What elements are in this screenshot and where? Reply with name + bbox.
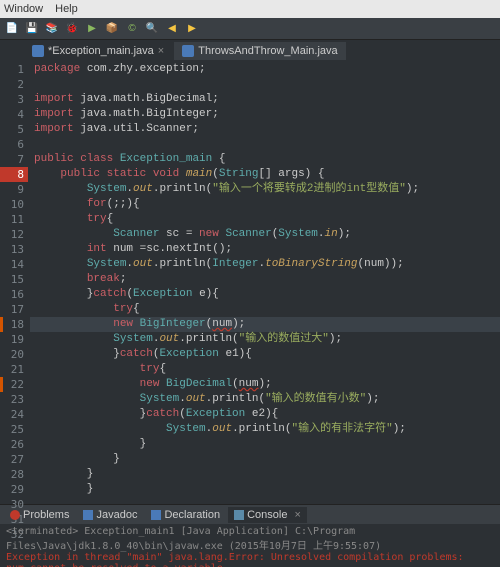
class-icon[interactable]: © [124, 21, 140, 37]
console-panel: <terminated> Exception_main1 [Java Appli… [0, 524, 500, 567]
java-file-icon [182, 45, 194, 57]
tab-label: ThrowsAndThrow_Main.java [198, 45, 337, 57]
editor-tabs: *Exception_main.java × ThrowsAndThrow_Ma… [0, 40, 500, 60]
forward-icon[interactable]: ▶ [184, 21, 200, 37]
tab-label: *Exception_main.java [48, 45, 154, 57]
tab-throws-and-throw[interactable]: ThrowsAndThrow_Main.java [174, 42, 345, 60]
bottom-panel-tabs: Problems Javadoc Declaration Console × [0, 504, 500, 524]
problems-icon [10, 510, 20, 520]
javadoc-icon [83, 510, 93, 520]
package-icon[interactable]: 📦 [104, 21, 120, 37]
back-icon[interactable]: ◀ [164, 21, 180, 37]
line-gutter: 1234567891011121314151617181920212223242… [0, 60, 30, 504]
java-file-icon [32, 45, 44, 57]
console-icon [234, 510, 244, 520]
code-editor[interactable]: 1234567891011121314151617181920212223242… [0, 60, 500, 504]
console-error-line: num cannot be resolved to a variable [6, 563, 494, 567]
tab-problems[interactable]: Problems [4, 507, 75, 523]
new-icon[interactable]: 📄 [4, 21, 20, 37]
console-error-line: Exception in thread "main" java.lang.Err… [6, 552, 494, 563]
run-icon[interactable]: ▶ [84, 21, 100, 37]
debug-icon[interactable]: 🐞 [64, 21, 80, 37]
code-area[interactable]: package com.zhy.exception;import java.ma… [30, 60, 500, 504]
menu-help[interactable]: Help [55, 3, 78, 15]
tab-exception-main[interactable]: *Exception_main.java × [24, 42, 172, 60]
declaration-icon [151, 510, 161, 520]
tab-declaration[interactable]: Declaration [145, 507, 226, 523]
save-all-icon[interactable]: 📚 [44, 21, 60, 37]
save-icon[interactable]: 💾 [24, 21, 40, 37]
console-status: <terminated> Exception_main1 [Java Appli… [6, 526, 494, 552]
close-icon[interactable]: × [158, 45, 164, 57]
search-icon[interactable]: 🔍 [144, 21, 160, 37]
menubar: Window Help [0, 0, 500, 18]
tab-console[interactable]: Console × [228, 507, 307, 523]
toolbar: 📄 💾 📚 🐞 ▶ 📦 © 🔍 ◀ ▶ [0, 18, 500, 40]
menu-window[interactable]: Window [4, 3, 43, 15]
close-icon[interactable]: × [294, 509, 300, 521]
tab-javadoc[interactable]: Javadoc [77, 507, 143, 523]
